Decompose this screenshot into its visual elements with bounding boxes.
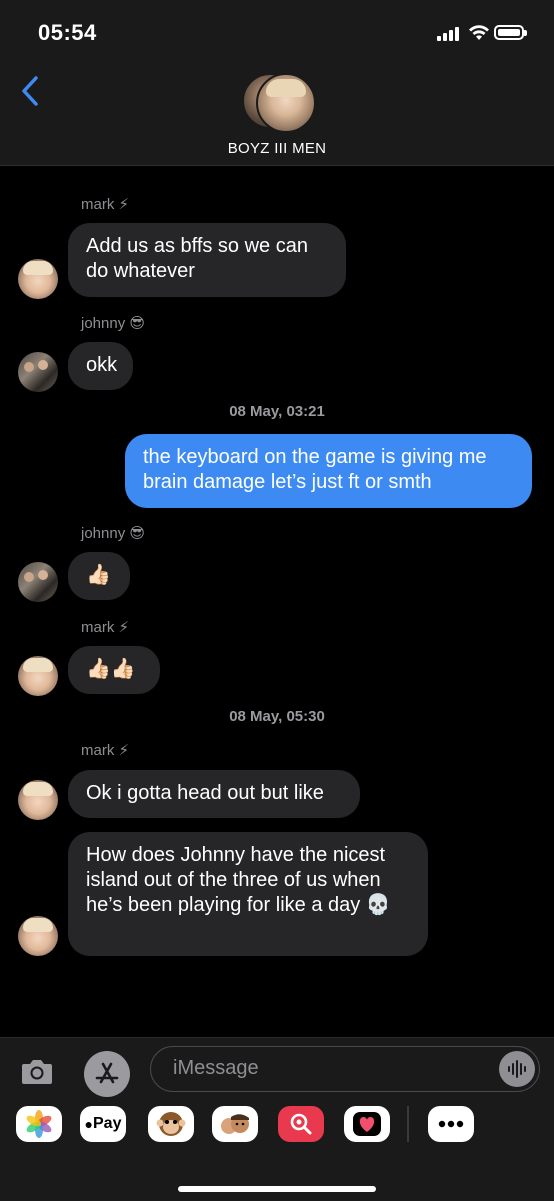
message-bubble[interactable]: okk xyxy=(68,342,133,390)
avatar xyxy=(18,656,58,696)
conversation-header: BOYZ III MEN xyxy=(0,60,554,166)
group-name[interactable]: BOYZ III MEN xyxy=(0,140,554,157)
wifi-icon xyxy=(469,25,489,40)
camera-icon[interactable] xyxy=(20,1056,54,1086)
avatar xyxy=(18,562,58,602)
group-avatar[interactable] xyxy=(242,73,316,133)
avatar xyxy=(18,259,58,299)
message-bubble[interactable]: 👍🏻👍🏻 xyxy=(68,646,160,694)
back-chevron-icon[interactable] xyxy=(16,74,46,108)
animoji-app-icon[interactable] xyxy=(148,1106,194,1142)
avatar xyxy=(18,780,58,820)
home-indicator[interactable] xyxy=(178,1186,376,1192)
member-avatar xyxy=(256,73,316,133)
app-store-icon[interactable] xyxy=(84,1051,130,1097)
compose-bar: ●Pay xyxy=(0,1037,554,1201)
message-input[interactable] xyxy=(171,1056,475,1081)
digital-touch-app-icon[interactable] xyxy=(344,1106,390,1142)
status-time: 05:54 xyxy=(38,20,97,45)
message-bubble[interactable]: How does Johnny have the nicest island o… xyxy=(68,832,428,956)
sender-name: mark ⚡ xyxy=(81,619,130,636)
apple-pay-label: Pay xyxy=(93,1115,122,1132)
photos-app-icon[interactable] xyxy=(16,1106,62,1142)
memoji-stickers-app-icon[interactable] xyxy=(212,1106,258,1142)
sender-name: johnny 😎 xyxy=(81,315,146,332)
message-bubble[interactable]: Add us as bffs so we can do whatever xyxy=(68,223,346,297)
message-input-field[interactable] xyxy=(150,1046,540,1092)
app-drawer: ● Pay xyxy=(0,1106,554,1146)
status-bar: 05:54 xyxy=(0,0,554,60)
sender-name: mark ⚡ xyxy=(81,196,130,213)
avatar xyxy=(18,352,58,392)
message-bubble[interactable]: 👍🏻 xyxy=(68,552,130,600)
avatar xyxy=(18,916,58,956)
battery-icon xyxy=(494,25,527,40)
apple-logo-icon: ● xyxy=(84,1116,93,1132)
message-bubble[interactable]: the keyboard on the game is giving me br… xyxy=(125,434,532,508)
more-apps-icon[interactable] xyxy=(428,1106,474,1142)
images-search-app-icon[interactable] xyxy=(278,1106,324,1142)
timestamp: 08 May, 05:30 xyxy=(229,708,325,725)
signal-icon xyxy=(437,27,463,41)
sender-name: johnny 😎 xyxy=(81,525,146,542)
apple-pay-app-icon[interactable]: ● Pay xyxy=(80,1106,126,1142)
message-bubble[interactable]: Ok i gotta head out but like xyxy=(68,770,360,818)
audio-waveform-icon[interactable] xyxy=(499,1051,535,1087)
app-drawer-divider xyxy=(407,1106,409,1142)
sender-name: mark ⚡ xyxy=(81,742,130,759)
timestamp: 08 May, 03:21 xyxy=(229,403,325,420)
